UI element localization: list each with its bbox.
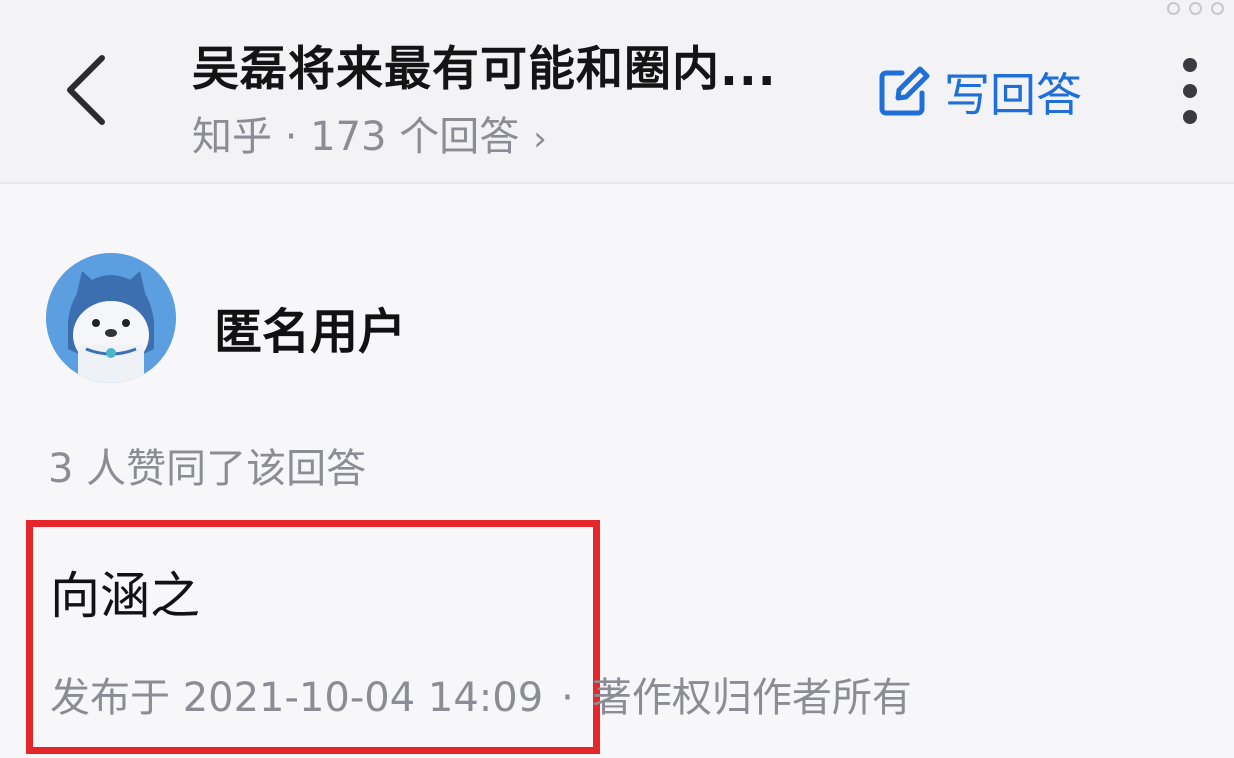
write-answer-button[interactable]: 写回答 xyxy=(876,62,1082,122)
more-vertical-icon-dot xyxy=(1183,58,1197,72)
publish-time: 发布于 2021-10-04 14:09 xyxy=(50,675,544,721)
more-vertical-icon-dot xyxy=(1183,110,1197,124)
edit-icon xyxy=(879,66,930,116)
vote-summary: 3 人赞同了该回答 xyxy=(48,446,367,492)
author-name[interactable]: 匿名用户 xyxy=(214,292,406,362)
question-title[interactable]: 吴磊将来最有可能和圈内... xyxy=(192,30,777,99)
answer-count-link[interactable]: 知乎 · 173 个回答 › xyxy=(192,104,547,162)
chevron-right-icon: › xyxy=(533,119,547,159)
back-button[interactable] xyxy=(58,52,118,128)
answer-count-text: 知乎 · 173 个回答 xyxy=(192,114,520,160)
meta-separator: · xyxy=(561,675,574,721)
answer-content: 向涵之 xyxy=(50,567,200,625)
husky-avatar-icon xyxy=(46,253,176,383)
window-dots xyxy=(1167,2,1224,15)
answer-meta: 发布于 2021-10-04 14:09 · 著作权归作者所有 xyxy=(50,665,912,723)
more-options-button[interactable] xyxy=(1172,58,1208,124)
top-bar: 吴磊将来最有可能和圈内... 知乎 · 173 个回答 › 写回答 xyxy=(0,0,1234,184)
more-vertical-icon-dot xyxy=(1183,84,1197,98)
write-answer-label: 写回答 xyxy=(944,68,1082,122)
anonymous-avatar[interactable] xyxy=(46,253,176,383)
back-arrow-icon xyxy=(67,55,105,125)
copyright-notice: 著作权归作者所有 xyxy=(591,675,912,721)
